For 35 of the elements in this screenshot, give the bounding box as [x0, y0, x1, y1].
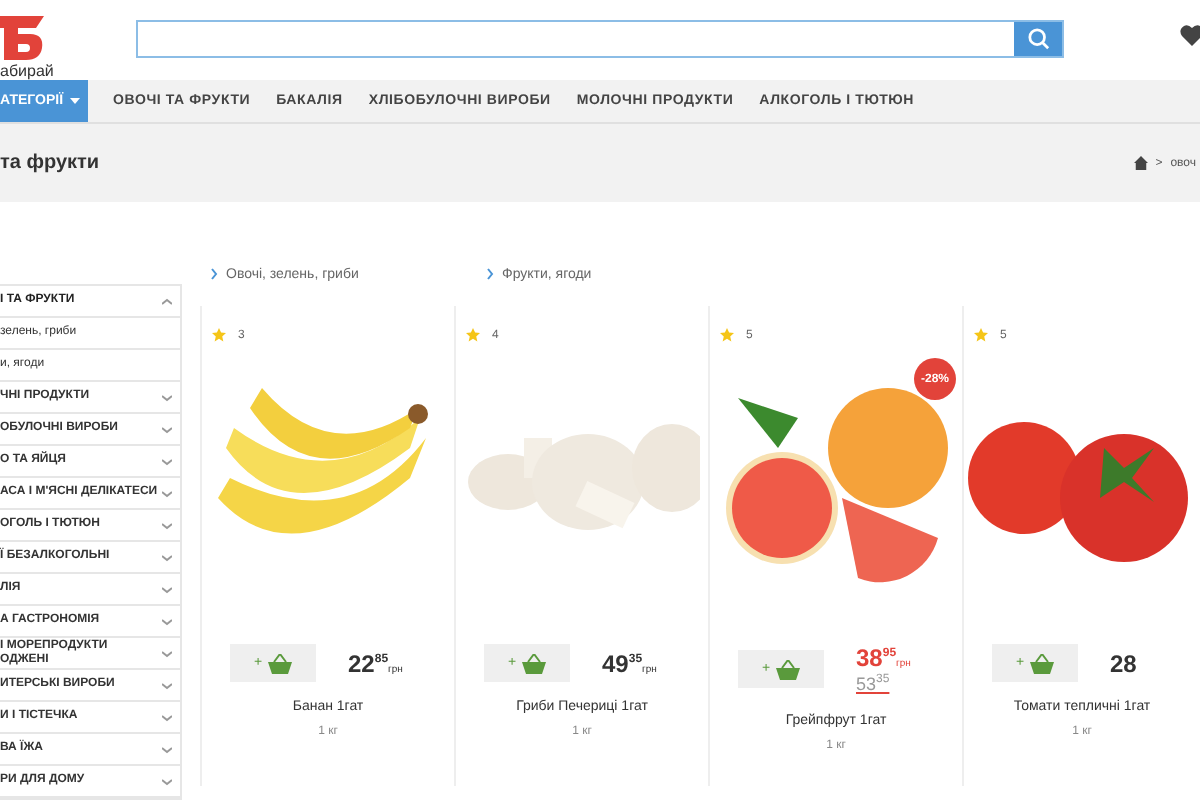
heart-icon[interactable]: [1180, 24, 1200, 46]
chevron-down-icon: [162, 617, 172, 625]
chevron-down-icon: [162, 649, 172, 657]
basket-icon: [268, 653, 293, 673]
basket-icon: [776, 659, 801, 680]
logo-text: абирай: [0, 62, 56, 80]
chevron-down-icon: [162, 681, 172, 689]
chevron-down-icon: [162, 489, 172, 497]
star-icon: [974, 328, 988, 342]
search-field[interactable]: [136, 20, 1064, 58]
star-icon: [466, 328, 480, 342]
basket-icon: [1030, 653, 1055, 673]
caret-icon: [69, 98, 80, 104]
home-icon[interactable]: [1133, 156, 1148, 170]
logo-icon[interactable]: [0, 12, 44, 60]
search-button[interactable]: [1014, 22, 1062, 56]
chevron-down-icon: [162, 777, 172, 785]
chevron-up-icon: [162, 297, 172, 305]
chevron-right-icon: [210, 268, 218, 280]
chevron-down-icon: [162, 745, 172, 753]
search-icon: [1027, 28, 1049, 50]
old-price: 53$^{35}$: [856, 674, 890, 696]
chevron-down-icon: [162, 521, 172, 529]
chevron-down-icon: [162, 457, 172, 465]
star-icon: [720, 328, 734, 342]
chevron-down-icon: [162, 425, 172, 433]
chevron-down-icon: [162, 585, 172, 593]
chevron-right-icon: [486, 268, 494, 280]
price: 28: [1110, 649, 1137, 677]
chevron-down-icon: [162, 393, 172, 401]
chevron-down-icon: [162, 553, 172, 561]
chevron-down-icon: [162, 713, 172, 721]
basket-icon: [522, 653, 547, 673]
page-title: та фрукти: [0, 152, 100, 174]
star-icon: [212, 328, 226, 342]
